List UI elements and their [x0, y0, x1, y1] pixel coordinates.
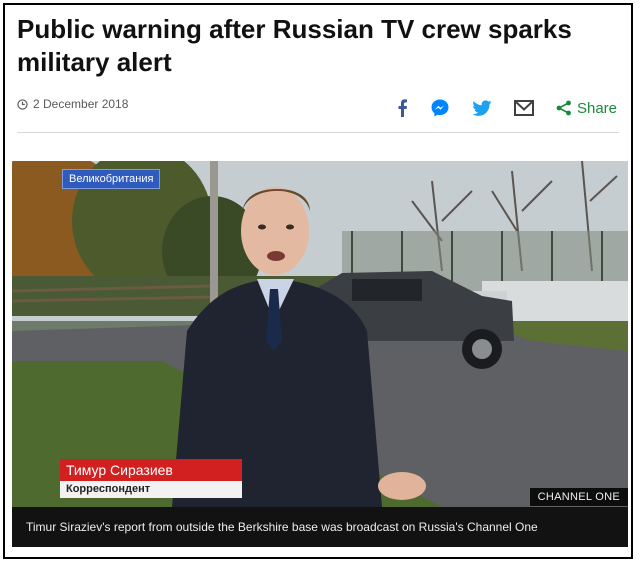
clock-icon	[17, 98, 28, 110]
messenger-icon	[431, 99, 449, 117]
article-date: 2 December 2018	[33, 97, 129, 111]
channel-label: CHANNEL ONE	[529, 488, 628, 506]
facebook-icon	[398, 99, 407, 117]
reporter-name: Тимур Сиразиев	[60, 459, 242, 481]
share-tools: Share	[374, 97, 617, 119]
share-button[interactable]: Share	[556, 97, 617, 119]
location-badge: Великобритания	[62, 169, 161, 189]
twitter-icon	[472, 99, 492, 116]
reporter-role: Корреспондент	[60, 481, 242, 498]
news-video-still	[12, 161, 628, 507]
facebook-share-button[interactable]	[396, 97, 408, 119]
email-icon	[513, 100, 534, 116]
twitter-share-button[interactable]	[472, 97, 492, 119]
email-share-button[interactable]	[513, 97, 534, 119]
header-divider	[17, 132, 619, 133]
article-headline: Public warning after Russian TV crew spa…	[17, 14, 572, 77]
article-meta: 2 December 2018	[17, 97, 128, 111]
messenger-share-button[interactable]	[430, 97, 450, 119]
video-frame[interactable]: Великобритания Тимур Сиразиев Корреспонд…	[12, 161, 628, 507]
media-caption: Timur Siraziev's report from outside the…	[12, 507, 628, 547]
share-icon	[556, 100, 571, 116]
share-label: Share	[576, 99, 617, 117]
